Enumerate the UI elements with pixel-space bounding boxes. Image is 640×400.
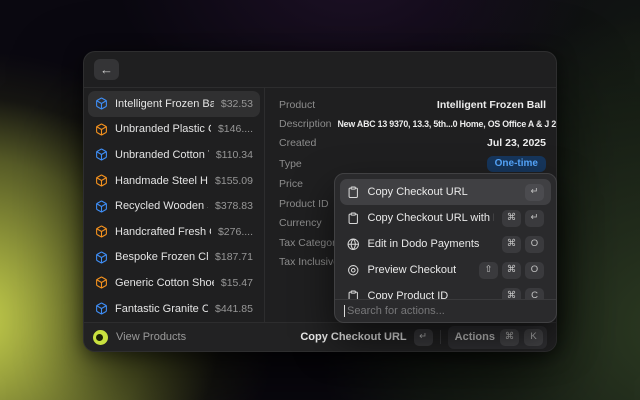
detail-value: New ABC 13 9370, 13.3, 5th...0 Home, OS … (338, 119, 556, 129)
app-name: View Products (116, 331, 186, 343)
cmd-key-badge: ⌘ (500, 329, 519, 346)
key-badge: ⌘ (502, 210, 521, 227)
product-name: Handmade Steel Hat (115, 175, 208, 187)
product-list-item[interactable]: Handmade Steel Hat $155.09 (88, 168, 260, 194)
action-menu-item[interactable]: Copy Checkout URL with Return URL ⌘↵ (340, 205, 551, 231)
detail-value: Jul 23, 2025 (487, 137, 546, 149)
product-list: Intelligent Frozen Ball $32.53 Unbranded P… (84, 88, 265, 322)
product-name: Unbranded Plastic Chick... (115, 123, 211, 135)
product-price: $110.34 (216, 149, 253, 161)
product-box-icon (95, 225, 108, 238)
actions-menu-overlay: Copy Checkout URL↵Copy Checkout URL with… (334, 173, 557, 323)
detail-row: Product Intelligent Frozen Ball (279, 95, 546, 114)
titlebar: ← (84, 52, 556, 88)
back-button[interactable]: ← (94, 59, 119, 80)
product-price: $155.09 (215, 175, 253, 187)
product-list-item[interactable]: Unbranded Plastic Chick... $146.... (88, 117, 260, 143)
actions-label: Actions (455, 331, 495, 343)
clipboard-icon (347, 186, 360, 199)
text-caret (344, 305, 345, 317)
product-list-item[interactable]: Intelligent Frozen Ball $32.53 (88, 91, 260, 117)
action-menu-item[interactable]: Copy Checkout URL ↵ (340, 179, 551, 205)
key-badge: O (525, 262, 544, 279)
search-placeholder: Search for actions... (347, 305, 445, 317)
detail-label: Product ID (279, 198, 329, 210)
product-name: Recycled Wooden Shirt (115, 200, 208, 212)
detail-label: Type (279, 158, 302, 170)
detail-label: Description (279, 118, 332, 130)
product-price: $276.... (218, 226, 253, 238)
detail-label: Tax Category (279, 237, 341, 249)
product-price: $146.... (218, 123, 253, 135)
detail-label: Tax Inclusive (279, 256, 339, 268)
product-box-icon (95, 251, 108, 264)
product-list-item[interactable]: Handcrafted Fresh Com... $276.... (88, 219, 260, 245)
key-badge: ⌘ (502, 236, 521, 253)
product-price: $378.83 (215, 200, 253, 212)
product-name: Intelligent Frozen Ball (115, 98, 214, 110)
action-menu-item[interactable]: Edit in Dodo Payments ⌘O (340, 231, 551, 257)
preview-icon (347, 264, 360, 277)
enter-key-badge: ↵ (414, 329, 433, 346)
key-badge: ↵ (525, 184, 544, 201)
product-box-icon (95, 302, 108, 315)
footer-divider (440, 330, 441, 344)
action-menu-item[interactable]: Copy Product ID ⌘ C (340, 283, 551, 299)
product-price: $187.71 (215, 251, 253, 263)
product-price: $32.53 (221, 98, 253, 110)
product-list-item[interactable]: Recycled Wooden Shirt $378.83 (88, 193, 260, 219)
key-badge: ⌘ (502, 288, 521, 300)
product-list-item[interactable]: Bespoke Frozen Chips $187.71 (88, 245, 260, 271)
action-label: Edit in Dodo Payments (368, 238, 480, 250)
product-name: Handcrafted Fresh Com... (115, 226, 211, 238)
product-box-icon (95, 174, 108, 187)
action-label: Copy Checkout URL (368, 186, 468, 198)
dodo-payments-logo-icon (93, 330, 108, 345)
detail-row: Created Jul 23, 2025 (279, 134, 546, 153)
product-price: $441.85 (215, 303, 253, 315)
actions-button[interactable]: Actions ⌘ K (448, 326, 547, 349)
product-box-icon (95, 276, 108, 289)
detail-label: Currency (279, 217, 322, 229)
primary-action-button[interactable]: Copy Checkout URL (300, 331, 406, 343)
action-label: Preview Checkout (368, 264, 457, 276)
product-name: Fantastic Granite Chips (115, 303, 208, 315)
detail-row: Type One-time (279, 153, 546, 175)
product-name: Bespoke Frozen Chips (115, 251, 208, 263)
detail-value: Intelligent Frozen Ball (437, 99, 546, 111)
product-box-icon (95, 148, 108, 161)
product-name: Unbranded Cotton Tuna (115, 149, 209, 161)
product-box-icon (95, 97, 108, 110)
key-badge: ↵ (525, 210, 544, 227)
detail-row: DescriptionNew ABC 13 9370, 13.3, 5th...… (279, 114, 546, 133)
product-box-icon (95, 200, 108, 213)
key-badge: ⇧ (479, 262, 498, 279)
footer-bar: View Products Copy Checkout URL ↵ Action… (84, 322, 556, 351)
product-list-item[interactable]: Unbranded Cotton Tuna $110.34 (88, 142, 260, 168)
product-box-icon (95, 123, 108, 136)
key-badge: ⌘ (502, 262, 521, 279)
action-menu-item[interactable]: Preview Checkout ⇧⌘O (340, 257, 551, 283)
product-price: $15.47 (221, 277, 253, 289)
detail-label: Created (279, 137, 316, 149)
product-list-item[interactable]: Fantastic Granite Chips $441.85 (88, 296, 260, 322)
clipboard-icon (347, 212, 360, 225)
app-window: ← Intelligent Frozen Ball $32.53 Unbranded… (83, 51, 557, 352)
action-label: Copy Checkout URL with Return URL (368, 212, 495, 224)
actions-menu-list: Copy Checkout URL↵Copy Checkout URL with… (335, 174, 556, 299)
detail-label: Price (279, 178, 303, 190)
k-key-badge: K (524, 329, 543, 346)
clipboard-icon (347, 290, 360, 299)
globe-icon (347, 238, 360, 251)
product-name: Generic Cotton Shoes (115, 277, 214, 289)
detail-value: One-time (487, 156, 546, 172)
product-list-item[interactable]: Generic Cotton Shoes $15.47 (88, 270, 260, 296)
key-badge: C (525, 288, 544, 300)
actions-search-input[interactable]: Search for actions... (335, 299, 556, 322)
action-label: Copy Product ID (368, 290, 449, 299)
key-badge: O (525, 236, 544, 253)
detail-label: Product (279, 99, 315, 111)
